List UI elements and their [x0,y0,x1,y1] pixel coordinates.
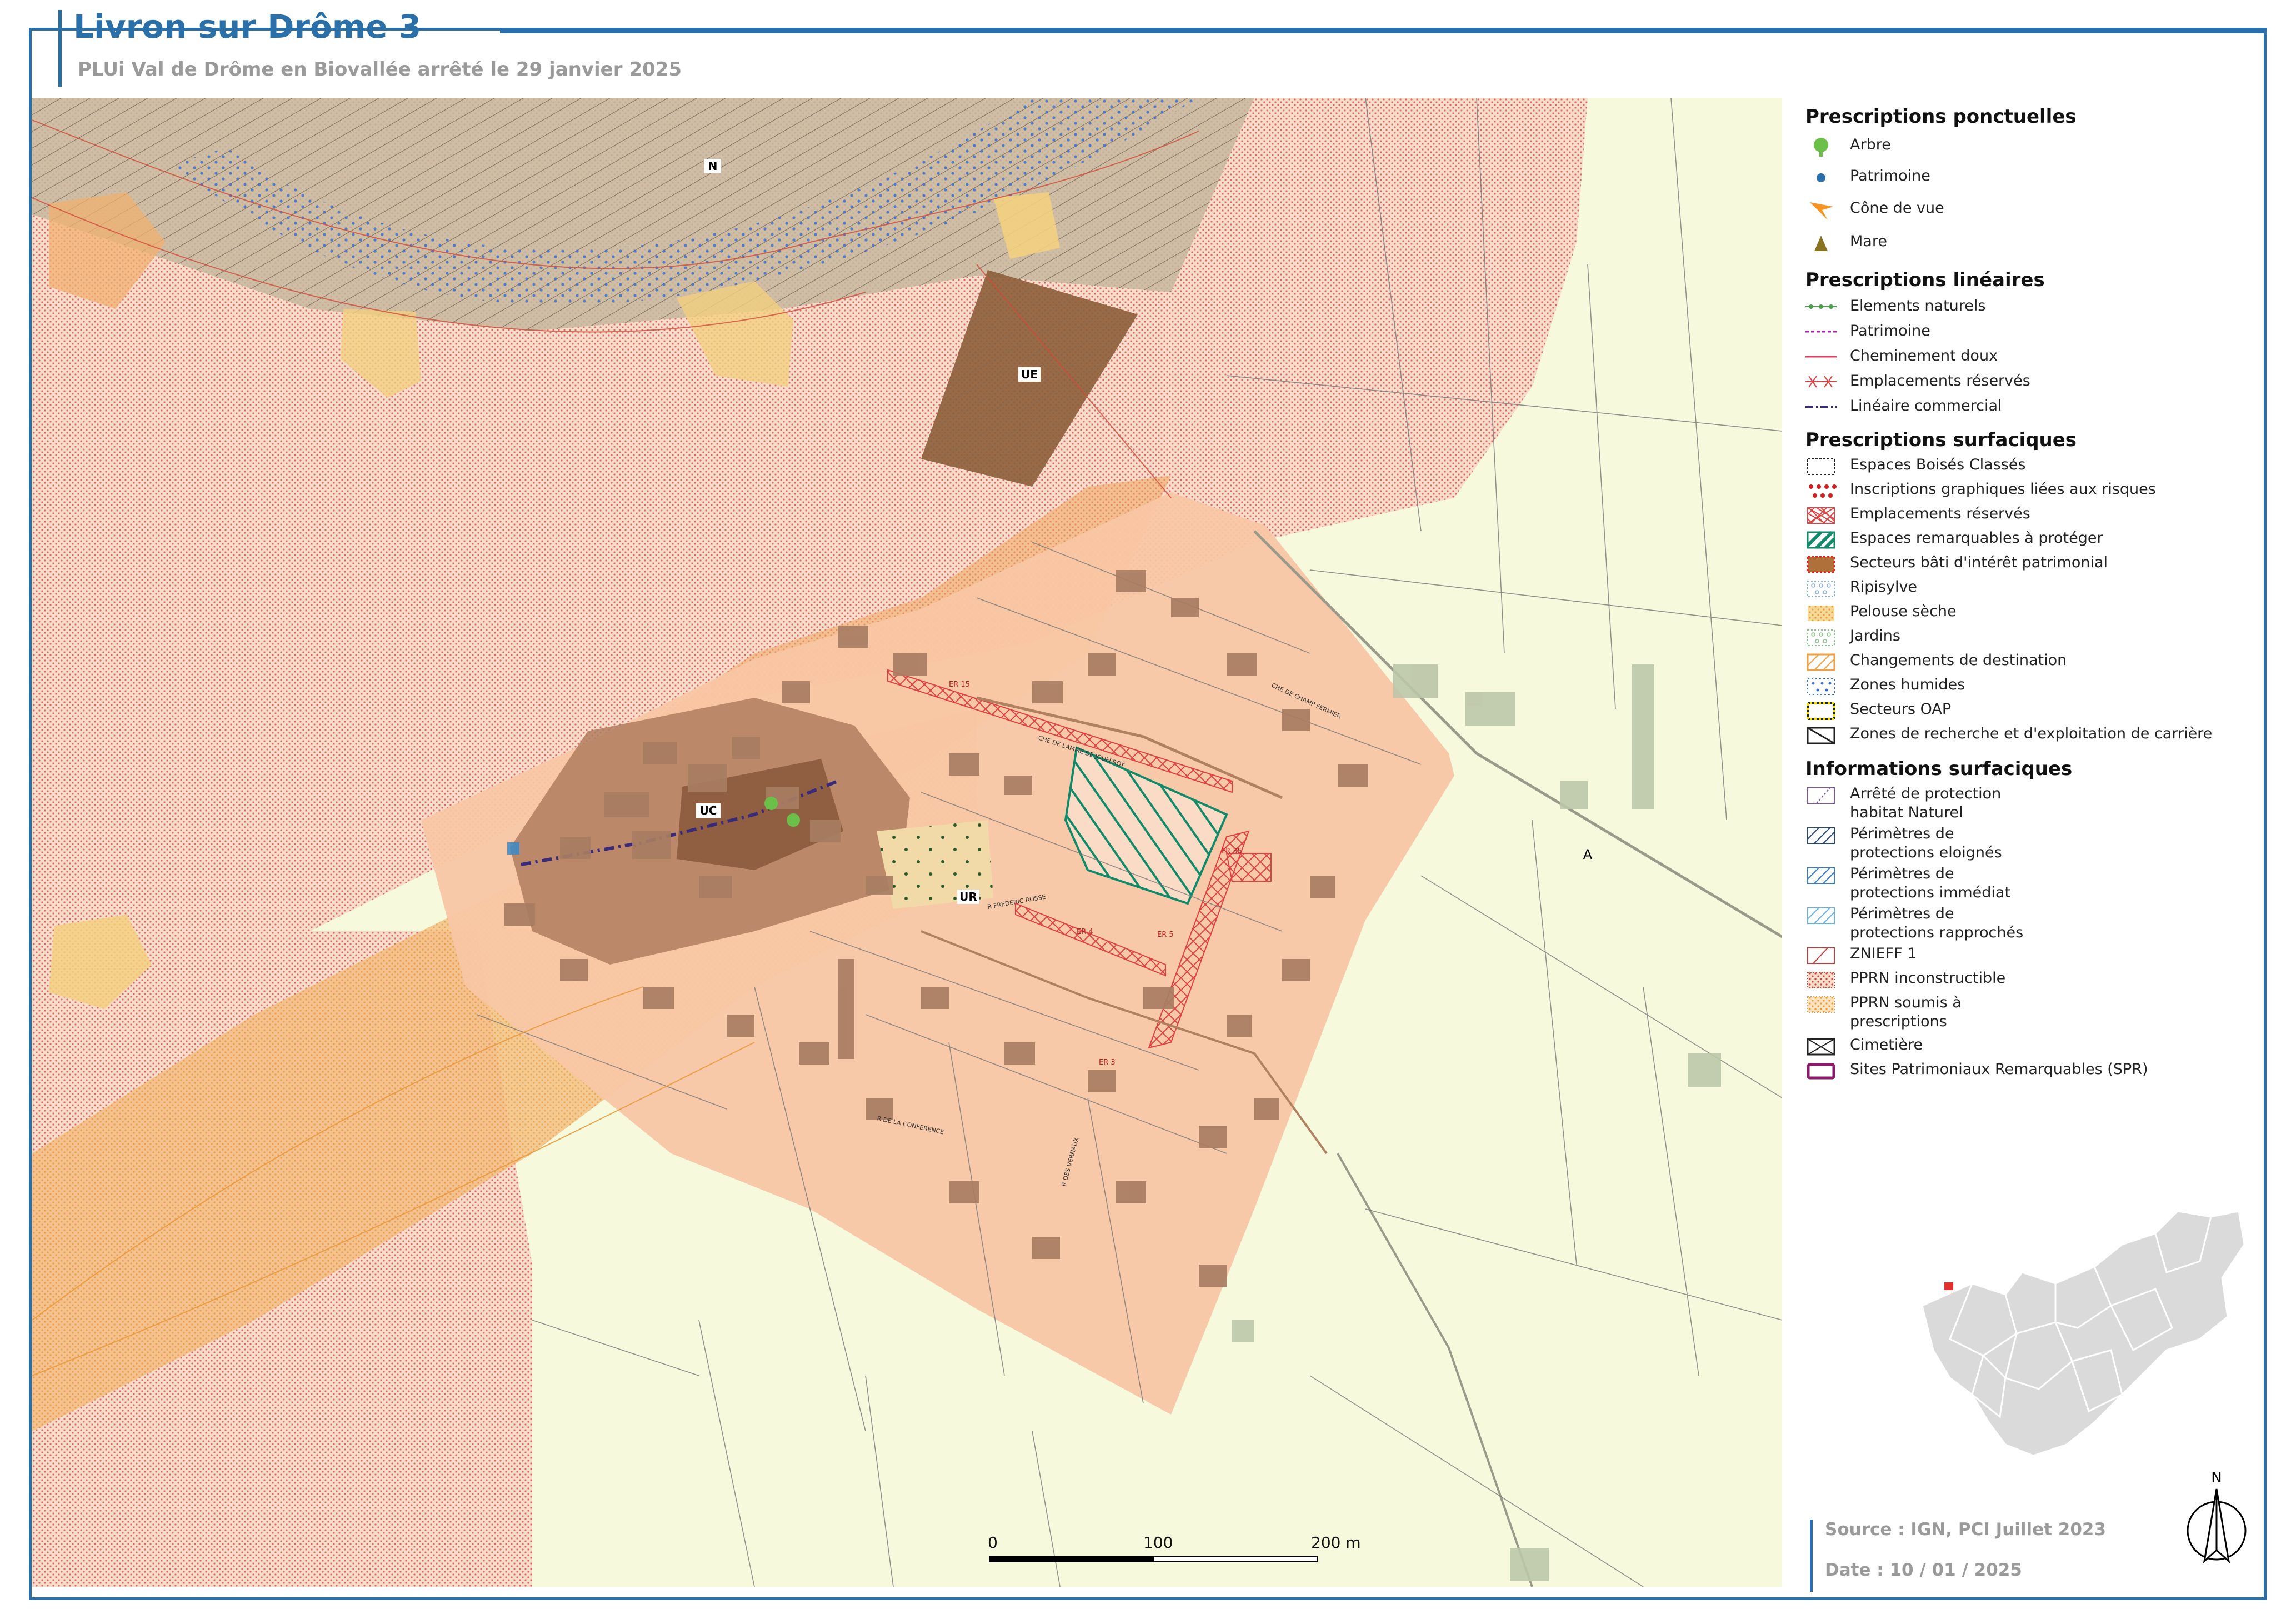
triangle-icon [1814,236,1828,251]
date-text: Date : 10 / 01 / 2025 [1825,1560,2022,1580]
red-hatch-icon [1807,947,1835,964]
zone-label-ur: UR [959,890,977,903]
zone-label-a: A [1583,847,1593,862]
red-dotted-area-icon [1807,972,1835,988]
source-text: Source : IGN, PCI Juillet 2023 [1825,1520,2107,1540]
legend-item-emplacements-reserves-line: Emplacements réservés [1805,372,2261,397]
scale-segment-black [989,1556,1153,1562]
scale-bar: 0 100 200 m [988,1533,1378,1567]
blue-dots-icon [1807,678,1835,695]
legend-item-perimetres-immediat: Périmètres de protections immédiat [1805,865,2261,905]
black-diagonal-icon [1807,727,1835,744]
legend-item-changements-destination: Changements de destination [1805,651,2261,677]
legend-heading-surfaciques: Prescriptions surfaciques [1805,429,2077,451]
line-dotted-green-icon [1805,304,1837,309]
legend-heading-informations: Informations surfaciques [1805,758,2073,780]
locator-inset-map [1921,1211,2245,1457]
blue-hatch-icon [1807,867,1835,884]
scale-tick-200: 200 m [1311,1533,1361,1552]
scale-tick-0: 0 [988,1533,998,1552]
north-arrow-label: N [2211,1470,2222,1486]
line-dashed-purple-icon [1805,331,1837,333]
zone-label-n: N [708,159,718,173]
line-red-icon [1805,356,1837,358]
legend-item-cheminement-doux: Cheminement doux [1805,347,2261,372]
legend-item-cimetiere: Cimetière [1805,1036,2261,1061]
legend-item-ebc: Espaces Boisés Classés [1805,456,2261,481]
yellow-dotted-border-icon [1807,702,1835,720]
lightblue-hatch-icon [1807,907,1835,924]
er-label-5: ER 5 [1157,931,1174,939]
blue-circles-icon [1807,581,1835,597]
orange-hatch-icon [1807,653,1835,671]
brown-dotted-border-icon [1807,556,1835,573]
purple-hatch-icon [1807,787,1835,804]
scale-tick-100: 100 [1143,1533,1173,1552]
legend-item-perimetres-rapproches: Périmètres de protections rapprochés [1805,905,2261,945]
legend-heading-ponctuelles: Prescriptions ponctuelles [1805,106,2077,128]
er-label-3: ER 3 [1099,1058,1116,1067]
legend-item-elements-naturels: Elements naturels [1805,297,2261,322]
zone-label-ue: UE [1021,368,1038,381]
map-svg: N UE UC UR A ER 15 ER 35 ER 4 ER 5 ER 3 … [32,98,1782,1587]
red-dots-icon [1809,484,1837,498]
line-dashdot-navy-icon [1805,406,1837,408]
legend-item-arrete-protection: Arrêté de protection habitat Naturel [1805,784,2261,825]
legend-item-patrimoine-line: Patrimoine [1805,322,2261,347]
legend-item-carriere: Zones de recherche et d'exploitation de … [1805,724,2261,750]
legend-item-pelouse-seche: Pelouse sèche [1805,602,2261,628]
orange-dots-icon [1808,606,1834,621]
north-arrow: N [2187,1470,2247,1564]
scale-segment-white [1153,1556,1318,1562]
map-canvas[interactable]: N UE UC UR A ER 15 ER 35 ER 4 ER 5 ER 3 … [32,98,1782,1587]
legend-item-arbre: Arbre [1805,136,2261,161]
legend-item-ripisylve: Ripisylve [1805,578,2261,603]
legend-item-pprn-prescriptions: PPRN soumis à prescriptions [1805,993,2261,1033]
navy-hatch-icon [1807,827,1835,844]
red-cross-hatch-icon [1807,507,1835,524]
legend-item-bati-patrimonial: Secteurs bâti d'intérêt patrimonial [1805,553,2261,579]
view-cone-icon [1810,202,1833,220]
legend-item-cone-de-vue: Cône de vue [1805,199,2261,224]
legend-item-lineaire-commercial: Linéaire commercial [1805,397,2261,422]
cross-box-icon [1807,1038,1835,1056]
er-label-35: ER 35 [1221,847,1242,856]
legend-item-emplacements-reserves-area: Emplacements réservés [1805,504,2261,530]
orange-dotted-area-icon [1807,996,1835,1013]
er-label-4: ER 4 [1077,928,1093,936]
legend-item-spr: Sites Patrimoniaux Remarquables (SPR) [1805,1060,2261,1086]
purple-border-icon [1807,1063,1835,1080]
legend-item-risques: Inscriptions graphiques liées aux risque… [1805,480,2261,506]
er-label-15: ER 15 [949,681,970,689]
legend-item-znieff1: ZNIEFF 1 [1805,945,2261,970]
legend-item-mare: Mare [1805,232,2261,258]
legend-heading-lineaires: Prescriptions linéaires [1805,269,2045,291]
footer-rule [1810,1520,1813,1592]
legend-item-jardins: Jardins [1805,627,2261,652]
legend-item-patrimoine-point: Patrimoine [1805,167,2261,192]
legend-item-espaces-remarquables: Espaces remarquables à protéger [1805,529,2261,554]
green-hatch-icon [1806,531,1836,549]
map-legend: Prescriptions ponctuelles Arbre Patrimoi… [1805,106,2261,1133]
tree-icon [1814,138,1828,157]
green-circles-icon [1807,629,1835,646]
legend-item-pprn-inconstructible: PPRN inconstructible [1805,969,2261,995]
line-cross-red-icon [1805,376,1837,388]
legend-item-secteurs-oap: Secteurs OAP [1805,700,2261,726]
legend-item-zones-humides: Zones humides [1805,676,2261,701]
legend-item-perimetres-eloignes: Périmètres de protections eloignés [1805,825,2261,865]
zone-label-uc: UC [700,804,717,817]
locator-marker [1944,1282,1953,1290]
square-dashed-icon [1807,458,1835,475]
dot-icon [1817,173,1825,182]
